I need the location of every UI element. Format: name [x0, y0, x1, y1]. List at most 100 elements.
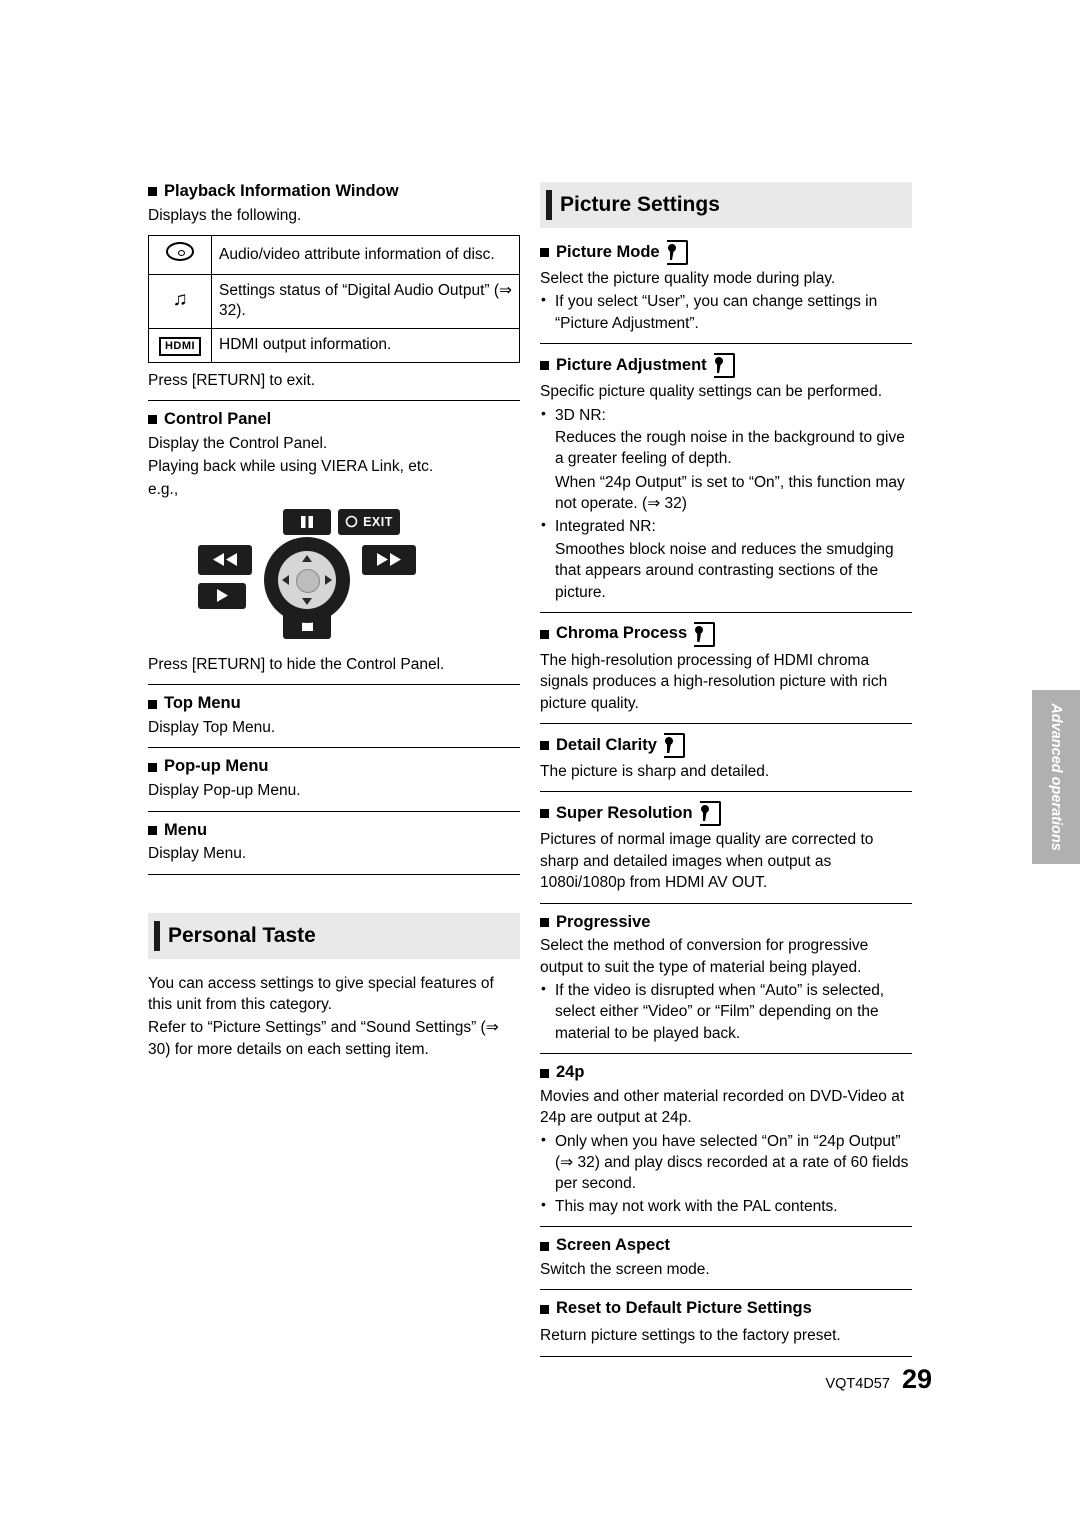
picture-settings-key-icon	[699, 801, 721, 827]
divider	[148, 873, 520, 875]
divider	[540, 343, 912, 345]
list-item: This may not work with the PAL contents.	[540, 1195, 912, 1217]
section-heading-super-resolution: Super Resolution	[540, 801, 912, 827]
playback-info-intro: Displays the following.	[148, 206, 302, 224]
square-bullet-icon	[540, 741, 549, 750]
hdmi-icon: HDMI	[158, 336, 202, 356]
heading-text: Picture Adjustment	[556, 355, 707, 374]
play-button[interactable]	[198, 582, 246, 609]
square-bullet-icon	[148, 699, 157, 709]
list-item: If you select “User”, you can change set…	[540, 290, 912, 334]
arrow-right-icon[interactable]	[325, 574, 332, 585]
section-heading-playback-info: Playback Information Window	[148, 182, 520, 202]
detail-clarity-body: The picture is sharp and detailed.	[540, 763, 770, 780]
square-bullet-icon	[540, 629, 549, 639]
heading-text: Reset to Default Picture Settings	[556, 1299, 812, 1318]
personal-taste-p1: You can access settings to give special …	[148, 974, 494, 1014]
heading-text: Super Resolution	[556, 803, 693, 822]
list-item: If the video is disrupted when “Auto” is…	[540, 979, 912, 1044]
exit-label: EXIT	[363, 514, 393, 529]
integrated-nr-line1: Smoothes block noise and reduces the smu…	[555, 540, 894, 601]
control-panel-line2: Playing back while using VIERA Link, etc…	[148, 458, 434, 476]
section-heading-detail-clarity: Detail Clarity	[540, 733, 912, 758]
list-item: 3D NR:	[540, 403, 912, 426]
hdmi-icon-cell: HDMI	[148, 327, 212, 363]
row-text: Audio/video attribute information of dis…	[211, 235, 520, 275]
divider	[540, 1053, 912, 1055]
3d-nr-line1: Reduces the rough noise in the backgroun…	[555, 428, 905, 468]
table-row: Audio/video attribute information of dis…	[148, 235, 520, 275]
divider	[148, 684, 520, 686]
picture-adjustment-body: Specific picture quality settings can be…	[540, 383, 883, 401]
divider	[540, 723, 912, 724]
playback-info-table: Audio/video attribute information of dis…	[148, 235, 520, 363]
arrow-down-icon[interactable]	[302, 597, 312, 605]
section-heading-picture-adjustment: Picture Adjustment	[540, 353, 912, 379]
section-heading-menu: Menu	[148, 821, 520, 841]
page-number: 29	[901, 1364, 932, 1394]
left-column: Playback Information Window Displays the…	[148, 182, 520, 1062]
3d-nr-line2: When “24p Output” is set to “On”, this f…	[555, 473, 905, 512]
picture-mode-bullets: If you select “User”, you can change set…	[540, 290, 912, 334]
heading-text: Progressive	[556, 912, 651, 931]
section-heading-control-panel: Control Panel	[148, 410, 520, 430]
divider	[148, 810, 520, 812]
reset-defaults-body: Return picture settings to the factory p…	[540, 1327, 841, 1345]
square-bullet-icon	[148, 187, 157, 197]
exit-button[interactable]: EXIT	[338, 508, 400, 535]
heading-text: Pop-up Menu	[164, 757, 269, 776]
section-heading-picture-settings: Picture Settings	[540, 182, 912, 228]
play-icon	[217, 589, 228, 603]
control-panel-line3: e.g.,	[148, 481, 179, 499]
heading-text: Detail Clarity	[556, 735, 657, 754]
page-footer: VQT4D57 29	[825, 1364, 932, 1395]
side-tab-label: Advanced operations	[1048, 703, 1065, 851]
arrow-up-icon[interactable]	[302, 554, 312, 562]
direction-pad[interactable]	[264, 536, 350, 623]
heading-text: Chroma Process	[556, 624, 688, 643]
list-item: Integrated NR:	[540, 515, 912, 537]
picture-mode-body: Select the picture quality mode during p…	[540, 270, 836, 287]
progressive-body: Select the method of conversion for prog…	[540, 937, 869, 976]
picture-settings-key-icon	[694, 621, 716, 647]
chroma-process-body: The high-resolution processing of HDMI c…	[540, 651, 888, 712]
rewind-button[interactable]	[198, 544, 252, 575]
disc-icon	[166, 242, 194, 262]
heading-text: 24p	[556, 1063, 585, 1082]
ok-button[interactable]	[296, 568, 320, 593]
square-bullet-icon	[540, 361, 549, 371]
fast-forward-icon	[377, 553, 401, 567]
divider	[148, 399, 520, 401]
section-heading-reset-defaults: Reset to Default Picture Settings	[540, 1299, 912, 1319]
power-circle-icon	[345, 516, 358, 528]
picture-adjustment-bullets: 3D NR:	[540, 403, 912, 426]
divider	[540, 1355, 912, 1357]
24p-body: Movies and other material recorded on DV…	[540, 1087, 905, 1127]
heading-text: Control Panel	[164, 409, 272, 428]
square-bullet-icon	[148, 825, 157, 835]
square-bullet-icon	[540, 1068, 549, 1078]
square-bullet-icon	[148, 762, 157, 772]
square-bullet-icon	[540, 248, 549, 257]
playback-info-outro: Press [RETURN] to exit.	[148, 371, 316, 389]
section-heading-screen-aspect: Screen Aspect	[540, 1236, 912, 1256]
pause-button[interactable]	[283, 508, 331, 535]
section-heading-picture-mode: Picture Mode	[540, 240, 912, 265]
audio-note-icon-cell: ♫	[148, 273, 212, 329]
square-bullet-icon	[540, 809, 549, 819]
control-panel-outro: Press [RETURN] to hide the Control Panel…	[148, 655, 445, 673]
audio-note-icon: ♫	[172, 289, 188, 311]
list-item: Only when you have selected “On” in “24p…	[540, 1130, 912, 1195]
menu-text: Display Menu.	[148, 845, 247, 863]
disc-icon-cell	[148, 235, 212, 275]
manual-page: Playback Information Window Displays the…	[0, 0, 1080, 1526]
fast-forward-button[interactable]	[362, 544, 416, 575]
control-panel-diagram: EXIT	[148, 508, 488, 644]
section-heading-top-menu: Top Menu	[148, 694, 520, 714]
square-bullet-icon	[540, 1241, 549, 1251]
personal-taste-p2: Refer to “Picture Settings” and “Sound S…	[148, 1019, 499, 1058]
arrow-left-icon[interactable]	[282, 574, 289, 585]
rewind-icon	[213, 553, 237, 567]
picture-settings-key-icon	[713, 353, 735, 379]
direction-pad-inner[interactable]	[278, 550, 336, 609]
